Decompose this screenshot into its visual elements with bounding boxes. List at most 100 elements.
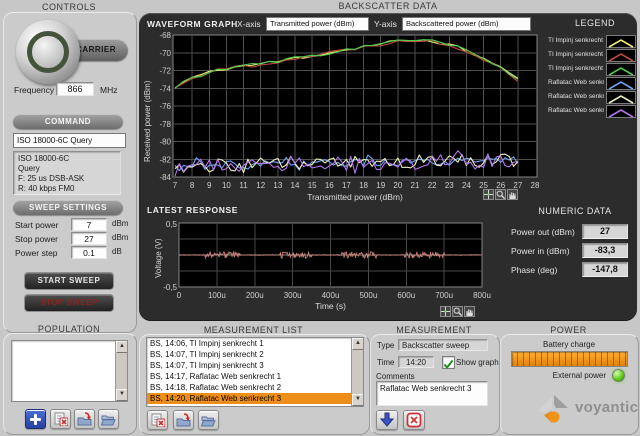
measurement-download-button[interactable] bbox=[376, 410, 398, 430]
legend-row[interactable]: TI Impinj senkrecht bbox=[548, 63, 636, 77]
legend-swatch[interactable] bbox=[606, 77, 636, 90]
latest-zoom-tool-icon[interactable] bbox=[452, 306, 463, 317]
start-sweep-button[interactable]: START SWEEP bbox=[24, 272, 114, 290]
battery-charge-label: Battery charge bbox=[510, 340, 628, 349]
measurement-list-row[interactable]: BS, 14:18, Raflatac Web senkrecht 2 bbox=[147, 382, 363, 393]
comments-input[interactable]: Raflatac Web senkrecht 3 bbox=[376, 381, 488, 406]
scroll-up-icon[interactable]: ▲ bbox=[352, 338, 364, 350]
svg-text:11: 11 bbox=[239, 181, 248, 190]
waveform-cursor-tool-icon[interactable] bbox=[483, 189, 494, 200]
legend-row[interactable]: Raflatac Web senkrec bbox=[548, 91, 636, 105]
svg-text:-0,5: -0,5 bbox=[163, 283, 177, 292]
measurement-list-row[interactable]: BS, 14:17, Raflatac Web senkrecht 1 bbox=[147, 371, 363, 382]
waveform-graph-plot[interactable]: -68-70-72-74-76-78-80-82-847891011121314… bbox=[145, 30, 545, 202]
legend-swatch[interactable] bbox=[606, 105, 636, 118]
x-axis-select[interactable]: Transmitted power (dBm) bbox=[266, 17, 369, 31]
measurement-list-row[interactable]: BS, 14:07, TI Impinj senkrecht 2 bbox=[147, 349, 363, 360]
legend-label: Raflatac Web senkrec bbox=[548, 107, 604, 114]
legend-row[interactable]: Raflatac Web senkrec bbox=[548, 105, 636, 119]
svg-text:28: 28 bbox=[531, 181, 540, 190]
svg-text:-78: -78 bbox=[159, 120, 171, 129]
population-scrollbar[interactable]: ▲ ▼ bbox=[115, 341, 127, 401]
scroll-up-icon[interactable]: ▲ bbox=[116, 341, 128, 353]
power-in-value: -83,3 bbox=[582, 243, 628, 258]
svg-text:7: 7 bbox=[173, 181, 178, 190]
x-axis-label: X-axis bbox=[237, 19, 261, 29]
svg-text:100u: 100u bbox=[208, 291, 226, 300]
legend-swatch[interactable] bbox=[606, 91, 636, 104]
svg-text:200u: 200u bbox=[246, 291, 264, 300]
legend-swatch-line bbox=[609, 68, 633, 75]
stop-power-input[interactable] bbox=[71, 232, 107, 245]
controls-header: CONTROLS bbox=[3, 2, 135, 12]
latest-response-y-axis-title: Voltage (V) bbox=[154, 238, 163, 278]
latest-pan-tool-icon[interactable] bbox=[464, 306, 475, 317]
show-graph-label: Show graph bbox=[456, 358, 499, 367]
legend: TI Impinj senkrecht TI Impinj senkrecht … bbox=[548, 35, 636, 119]
legend-swatch-line bbox=[609, 40, 633, 47]
frequency-input[interactable] bbox=[56, 82, 94, 96]
command-section-header: COMMAND bbox=[13, 114, 123, 129]
svg-text:12: 12 bbox=[256, 181, 265, 190]
legend-label: Raflatac Web senkrec bbox=[548, 93, 604, 100]
phase-label: Phase (deg) bbox=[511, 265, 557, 275]
measurement-list-row[interactable]: BS, 14:06, TI Impinj senkrecht 1 bbox=[147, 338, 363, 349]
population-open-button[interactable] bbox=[98, 409, 119, 429]
measurement-listbox[interactable]: BS, 14:06, TI Impinj senkrecht 1 BS, 14:… bbox=[146, 337, 364, 407]
latest-cursor-tool-icon[interactable] bbox=[440, 306, 451, 317]
y-axis-label: Y-axis bbox=[374, 19, 397, 29]
population-listbox[interactable]: ▲ ▼ bbox=[11, 340, 128, 402]
stop-power-label: Stop power bbox=[15, 234, 58, 244]
legend-swatch[interactable] bbox=[606, 49, 636, 62]
measurement-list-scrollbar[interactable]: ▲ ▼ bbox=[351, 338, 363, 406]
svg-text:24: 24 bbox=[462, 181, 471, 190]
type-value: Backscatter sweep bbox=[398, 339, 488, 351]
population-delete-button[interactable] bbox=[50, 409, 71, 429]
legend-swatch[interactable] bbox=[606, 35, 636, 48]
power-out-label: Power out (dBm) bbox=[511, 227, 575, 237]
legend-row[interactable]: TI Impinj senkrecht bbox=[548, 49, 636, 63]
svg-text:400u: 400u bbox=[322, 291, 340, 300]
power-in-label: Power in (dBm) bbox=[511, 246, 570, 256]
measurement-list-save-button[interactable] bbox=[173, 410, 194, 430]
command-select[interactable]: ISO 18000-6C Query bbox=[13, 133, 126, 148]
svg-text:-72: -72 bbox=[159, 67, 171, 76]
measurement-list-open-button[interactable] bbox=[198, 410, 219, 430]
scroll-down-icon[interactable]: ▼ bbox=[352, 394, 364, 406]
measurement-list-row[interactable]: BS, 14:20, Raflatac Web senkrecht 3 bbox=[147, 393, 363, 404]
y-axis-select[interactable]: Backscattered power (dBm) bbox=[402, 17, 531, 31]
legend-swatch[interactable] bbox=[606, 63, 636, 76]
waveform-pan-tool-icon[interactable] bbox=[507, 189, 518, 200]
measurement-list-row[interactable]: BS, 14:07, TI Impinj senkrecht 3 bbox=[147, 360, 363, 371]
svg-text:16: 16 bbox=[325, 181, 334, 190]
svg-text:15: 15 bbox=[308, 181, 317, 190]
svg-text:17: 17 bbox=[342, 181, 351, 190]
legend-row[interactable]: Raflatac Web senkrec bbox=[548, 77, 636, 91]
sweep-settings-header: SWEEP SETTINGS bbox=[13, 200, 123, 215]
legend-row[interactable]: TI Impinj senkrecht bbox=[548, 35, 636, 49]
legend-label: Raflatac Web senkrec bbox=[548, 79, 604, 86]
latest-response-plot[interactable]: 0,5-0,50100u200u300u400u500u600u700u800u… bbox=[150, 218, 495, 314]
svg-text:0: 0 bbox=[177, 291, 182, 300]
carrier-led-indicator bbox=[16, 20, 80, 84]
waveform-zoom-tool-icon[interactable] bbox=[495, 189, 506, 200]
power-step-input[interactable] bbox=[71, 246, 107, 259]
population-save-button[interactable] bbox=[74, 409, 95, 429]
population-add-button[interactable] bbox=[25, 409, 46, 429]
power-out-value: 27 bbox=[582, 224, 628, 239]
type-label: Type bbox=[377, 341, 394, 350]
start-power-input[interactable] bbox=[71, 218, 107, 231]
time-label: Time bbox=[377, 358, 394, 367]
svg-text:22: 22 bbox=[428, 181, 437, 190]
measurement-delete-button[interactable] bbox=[403, 410, 425, 430]
svg-text:20: 20 bbox=[393, 181, 402, 190]
command-info-line: ISO 18000-6C bbox=[18, 154, 120, 164]
legend-label: TI Impinj senkrecht bbox=[548, 65, 604, 72]
show-graph-checkbox[interactable] bbox=[442, 356, 455, 369]
svg-text:800u: 800u bbox=[473, 291, 491, 300]
scroll-down-icon[interactable]: ▼ bbox=[116, 389, 128, 401]
svg-text:19: 19 bbox=[376, 181, 385, 190]
measurement-list-delete-button[interactable] bbox=[147, 410, 168, 430]
stop-sweep-button[interactable]: STOP SWEEP bbox=[24, 294, 114, 312]
svg-text:600u: 600u bbox=[397, 291, 415, 300]
